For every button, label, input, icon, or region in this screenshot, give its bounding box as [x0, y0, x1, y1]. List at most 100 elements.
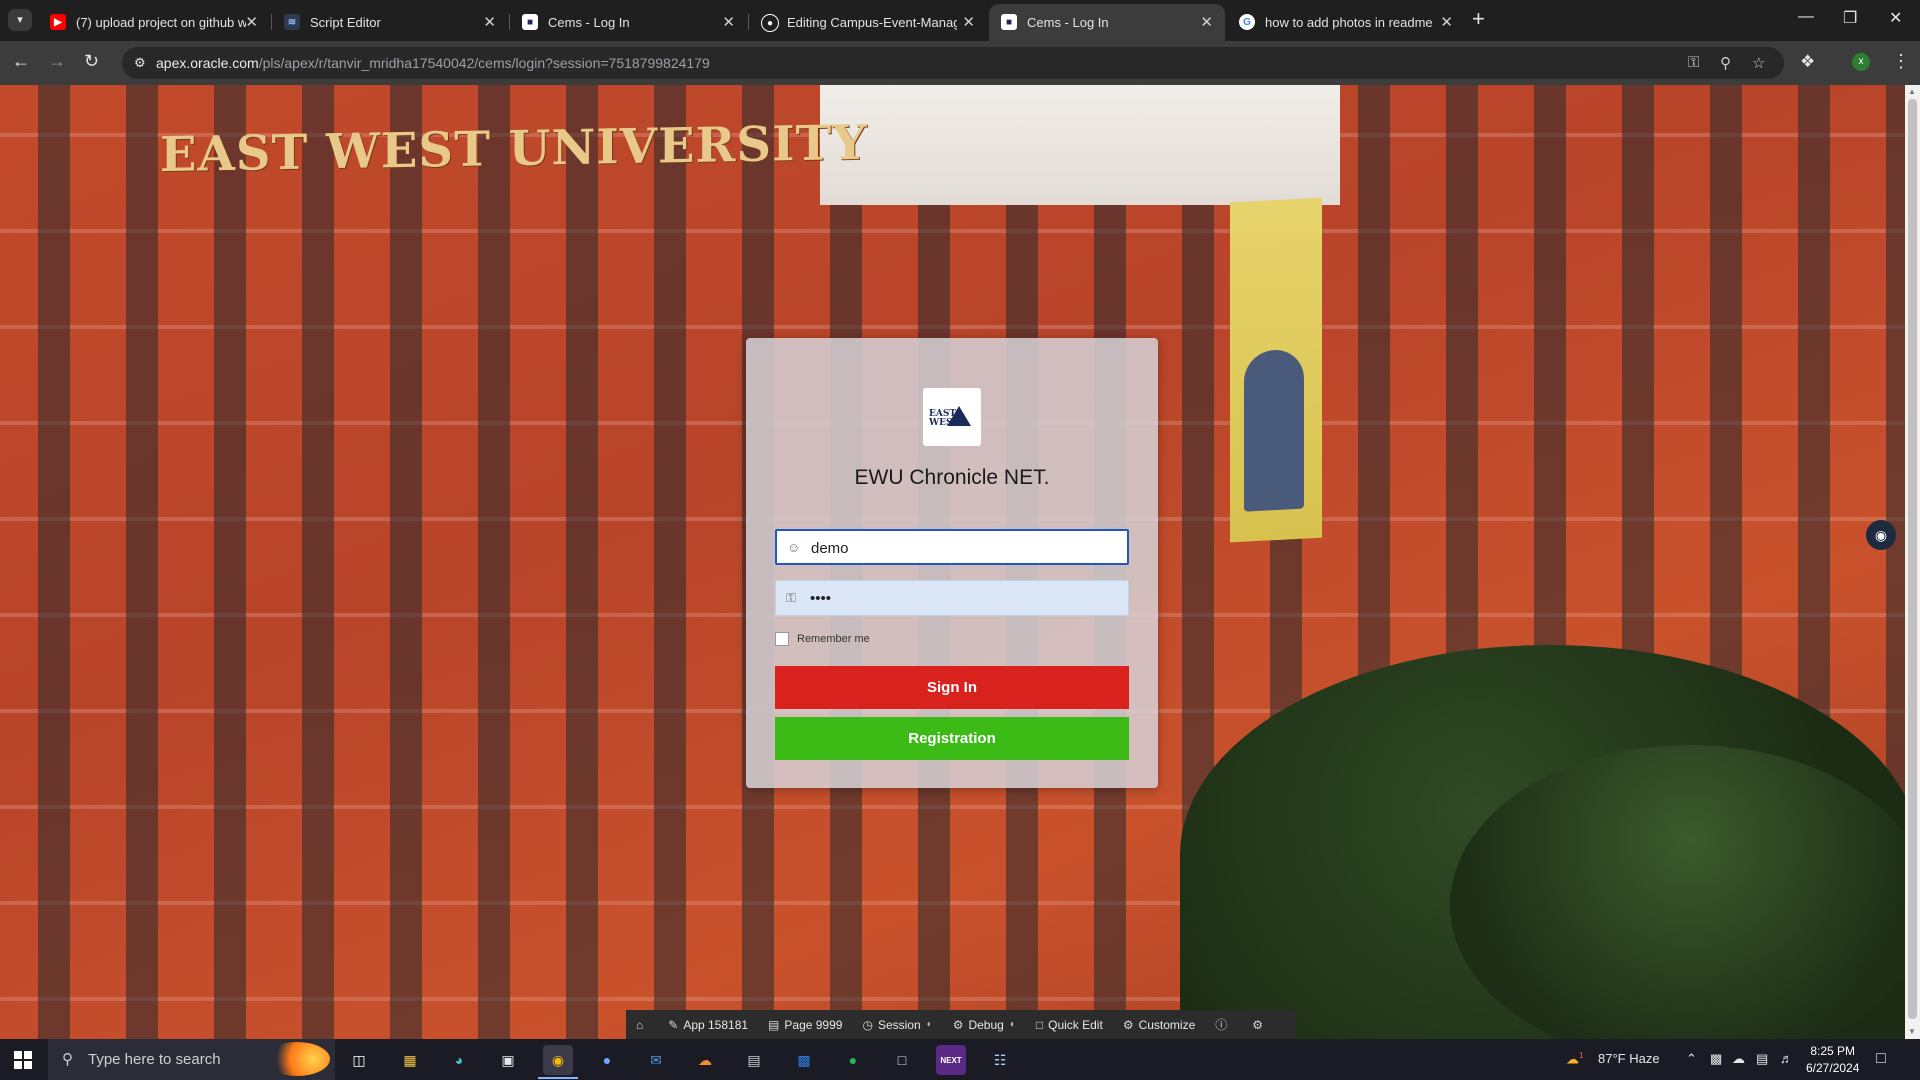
- dev-quick-edit-button[interactable]: □ Quick Edit: [1026, 1010, 1113, 1039]
- address-bar[interactable]: ⚙ apex.oracle.com/pls/apex/r/tanvir_mrid…: [122, 47, 1784, 79]
- taskbar-search[interactable]: ⚲ Type here to search: [48, 1039, 335, 1080]
- next-app-icon[interactable]: NEXT: [936, 1045, 966, 1075]
- store-icon[interactable]: ▣: [493, 1045, 523, 1075]
- close-icon[interactable]: ✕: [483, 13, 496, 31]
- debug-icon: ⚙: [952, 1017, 964, 1032]
- weather-text[interactable]: 87°F Haze: [1598, 1051, 1660, 1066]
- browser-menu-icon[interactable]: ⋮: [1892, 51, 1910, 72]
- weather-badge: 1: [1579, 1051, 1584, 1060]
- user-icon: ☺: [787, 540, 801, 555]
- tab-cems-login-1[interactable]: ■ Cems - Log In ✕: [510, 4, 747, 41]
- app-icon[interactable]: ▤: [739, 1045, 769, 1075]
- cloud-app-icon[interactable]: ☁: [690, 1045, 720, 1075]
- background-sky: [820, 85, 1340, 205]
- assistant-bubble-icon[interactable]: ◉: [1866, 520, 1896, 550]
- tab-title: Script Editor: [310, 15, 381, 30]
- onedrive-icon[interactable]: ☁: [1732, 1051, 1745, 1067]
- dev-page-button[interactable]: ▤ Page 9999: [758, 1010, 852, 1039]
- scrollbar-thumb[interactable]: [1908, 99, 1917, 1019]
- new-tab-button[interactable]: +: [1472, 6, 1485, 32]
- close-icon[interactable]: ✕: [722, 13, 735, 31]
- home-icon: ⌂: [636, 1017, 644, 1032]
- dev-session-button[interactable]: ◷ Session ◐: [852, 1010, 942, 1039]
- task-view-icon[interactable]: ◫: [344, 1045, 374, 1075]
- search-icon: ⚲: [62, 1051, 73, 1068]
- page-scrollbar[interactable]: ▲ ▼: [1905, 85, 1920, 1039]
- toggle-icon: ◐: [1009, 1019, 1016, 1030]
- page-edit-icon: ▤: [768, 1017, 780, 1032]
- password-input[interactable]: [810, 587, 1110, 609]
- username-input[interactable]: [811, 537, 1111, 559]
- dev-customize-button[interactable]: ⚙ Customize: [1113, 1010, 1205, 1039]
- dev-app-button[interactable]: ✎ App 158181: [658, 1010, 758, 1039]
- profile-avatar[interactable]: x: [1852, 53, 1870, 71]
- apex-icon: ■: [1001, 14, 1017, 30]
- tab-google-search[interactable]: G how to add photos in readme g ✕: [1227, 4, 1465, 41]
- network-icon[interactable]: ▤: [1756, 1051, 1768, 1067]
- tab-cems-login-active[interactable]: ■ Cems - Log In ✕: [989, 4, 1225, 41]
- github-icon: ●: [761, 14, 779, 32]
- site-info-icon[interactable]: ⚙: [134, 55, 148, 70]
- tab-title: Cems - Log In: [548, 15, 630, 30]
- url-text[interactable]: apex.oracle.com/pls/apex/r/tanvir_mridha…: [156, 55, 710, 71]
- university-logo: EAST WEST: [923, 388, 981, 446]
- notification-center-icon[interactable]: □: [1876, 1050, 1886, 1068]
- apex-icon: ≋: [284, 14, 300, 30]
- outlook-icon[interactable]: ▩: [789, 1045, 819, 1075]
- window-close-icon[interactable]: ✕: [1889, 8, 1902, 28]
- minimize-icon[interactable]: —: [1798, 8, 1814, 26]
- search-highlight-icon: [264, 1042, 330, 1076]
- background-university-sign: EAST WEST UNIVERSITY: [160, 114, 868, 184]
- remember-me-checkbox[interactable]: [775, 632, 789, 646]
- back-icon[interactable]: ←: [12, 51, 30, 72]
- tab-script-editor[interactable]: ≋ Script Editor ✕: [272, 4, 508, 41]
- system-clock[interactable]: 8:25 PM 6/27/2024: [1806, 1043, 1859, 1077]
- youtube-icon: ▶: [50, 14, 66, 30]
- registration-button[interactable]: Registration: [775, 717, 1129, 760]
- remember-me[interactable]: Remember me: [775, 632, 870, 646]
- close-icon[interactable]: ✕: [1440, 13, 1453, 31]
- tab-title: Cems - Log In: [1027, 15, 1109, 30]
- close-icon[interactable]: ✕: [245, 13, 258, 31]
- google-icon: G: [1239, 14, 1255, 30]
- scroll-down-icon[interactable]: ▼: [1908, 1027, 1916, 1036]
- tab-youtube[interactable]: ▶ (7) upload project on github wi ✕: [38, 4, 270, 41]
- restore-icon[interactable]: ❐: [1843, 8, 1857, 28]
- dev-page-label: Page 9999: [784, 1017, 843, 1032]
- username-field[interactable]: ☺: [775, 529, 1129, 565]
- tab-search-button[interactable]: ▾: [8, 9, 32, 31]
- edge-icon[interactable]: ◕: [444, 1045, 474, 1075]
- spotify-icon[interactable]: ●: [838, 1045, 868, 1075]
- dev-home-button[interactable]: ⌂: [626, 1010, 658, 1039]
- forward-icon[interactable]: →: [48, 51, 66, 72]
- mail-icon[interactable]: ✉: [641, 1045, 671, 1075]
- close-icon[interactable]: ✕: [962, 13, 975, 31]
- volume-icon[interactable]: ♬: [1780, 1051, 1793, 1066]
- scroll-up-icon[interactable]: ▲: [1908, 87, 1916, 96]
- key-icon: ⚿: [786, 590, 796, 605]
- weather-icon[interactable]: ☁1: [1566, 1051, 1583, 1067]
- dev-debug-button[interactable]: ⚙ Debug ◐: [943, 1010, 1026, 1039]
- notepad-icon[interactable]: ☷: [985, 1045, 1015, 1075]
- show-hidden-icons-icon[interactable]: ⌃: [1686, 1051, 1697, 1067]
- url-path: /pls/apex/r/tanvir_mridha17540042/cems/l…: [258, 55, 710, 71]
- file-explorer-icon[interactable]: ▦: [395, 1045, 425, 1075]
- extensions-icon[interactable]: ❖: [1800, 52, 1815, 72]
- device-icon[interactable]: ▩: [1710, 1051, 1722, 1067]
- close-icon[interactable]: ✕: [1200, 13, 1213, 31]
- windows-start-icon[interactable]: [14, 1051, 32, 1069]
- dev-settings-button[interactable]: ⚙: [1242, 1010, 1278, 1039]
- password-key-icon[interactable]: ⚿: [1688, 54, 1699, 71]
- window-app-icon[interactable]: □: [887, 1045, 917, 1075]
- sign-in-button[interactable]: Sign In: [775, 666, 1129, 709]
- dev-info-button[interactable]: ⓘ: [1205, 1010, 1242, 1039]
- zoom-icon[interactable]: ⚲: [1720, 54, 1731, 72]
- qbittorrent-icon[interactable]: ●: [592, 1045, 622, 1075]
- bookmark-star-icon[interactable]: ☆: [1752, 54, 1765, 72]
- chrome-icon[interactable]: ◉: [543, 1045, 573, 1075]
- toggle-icon: ◐: [926, 1019, 933, 1030]
- password-field[interactable]: ⚿: [775, 580, 1129, 616]
- edit-icon: ✎: [668, 1017, 679, 1032]
- reload-icon[interactable]: ↻: [84, 51, 99, 72]
- tab-github[interactable]: ● Editing Campus-Event-Manage ✕: [749, 4, 987, 41]
